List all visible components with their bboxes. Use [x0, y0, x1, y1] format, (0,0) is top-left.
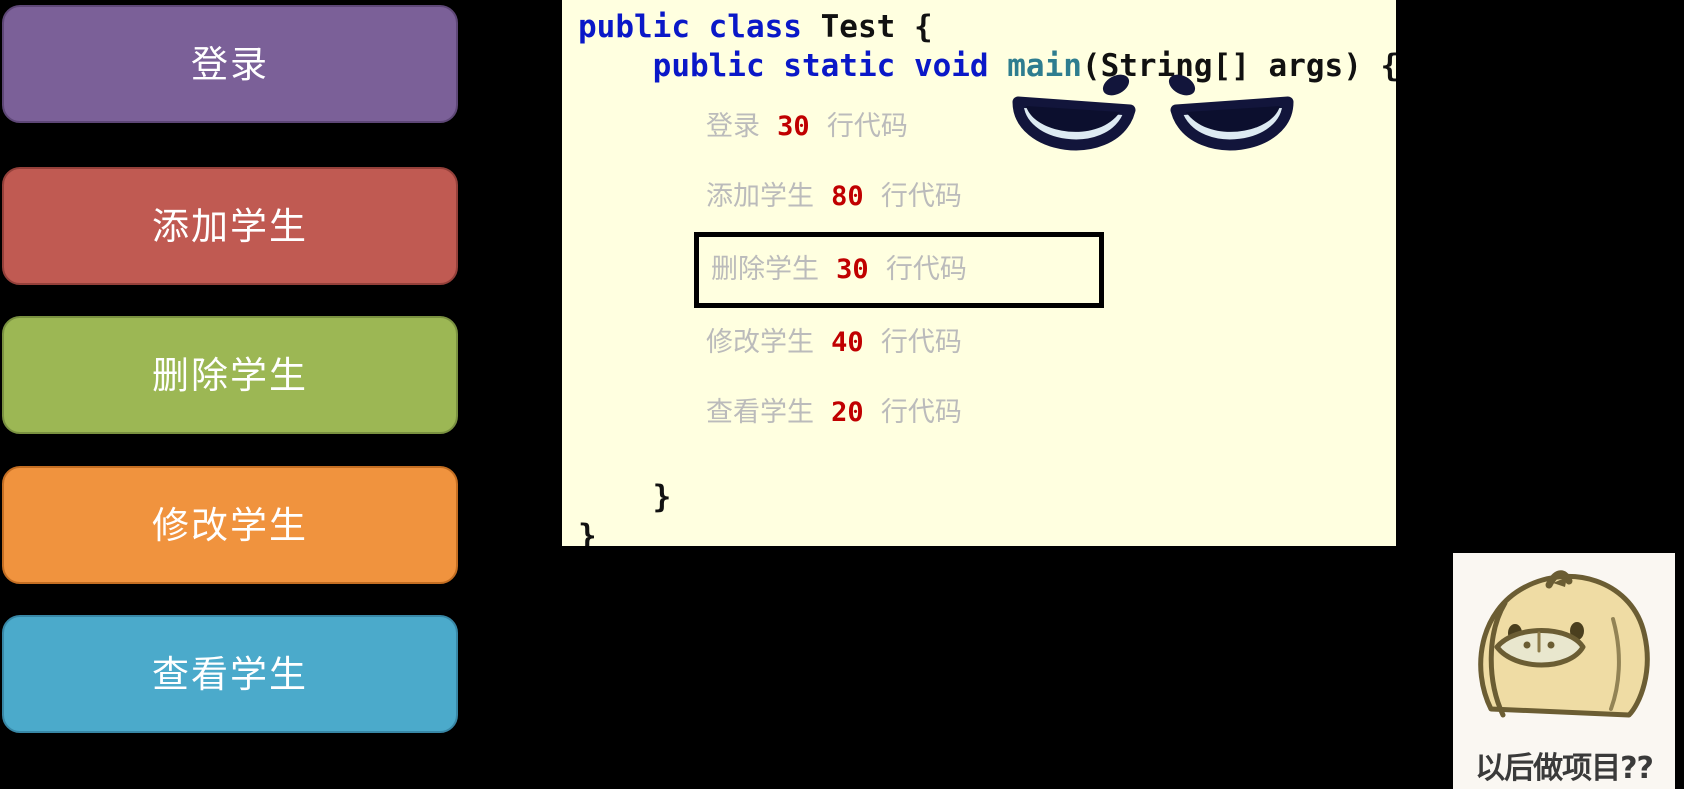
pseudo-line-feature: 查看学生 [706, 397, 832, 428]
pseudo-line-count: 40 [831, 327, 864, 358]
code-line: } [578, 478, 1396, 517]
sidebar-item-add-student[interactable]: 添加学生 [2, 167, 458, 285]
code-token: } [578, 518, 597, 546]
pseudo-line-unit: 行代码 [863, 181, 962, 212]
code-token: public class [578, 9, 821, 45]
pseudo-line-count: 80 [831, 181, 864, 212]
code-line: public class Test { [578, 8, 1396, 47]
pseudo-line-unit: 行代码 [863, 327, 962, 358]
pseudo-line: 查看学生 20 行代码 [578, 378, 1396, 448]
code-token: } [578, 479, 672, 515]
sidebar-item-delete-student[interactable]: 删除学生 [2, 316, 458, 434]
duck-meme-image: 以后做项目?? [1453, 553, 1675, 789]
duck-meme-caption: 以后做项目?? [1475, 751, 1654, 786]
pseudo-line-count: 30 [836, 254, 869, 285]
code-token: main [1007, 48, 1082, 84]
pseudo-line-count: 30 [777, 111, 810, 142]
sidebar-item-label: 删除学生 [152, 353, 308, 397]
sidebar-item-label: 查看学生 [152, 652, 308, 696]
pseudo-line-highlighted: 删除学生 30 行代码 [694, 232, 1104, 308]
sidebar-item-label: 修改学生 [152, 503, 308, 547]
pseudo-line-count: 20 [831, 397, 864, 428]
sidebar-nav: 登录 添加学生 删除学生 修改学生 查看学生 [0, 0, 470, 789]
code-panel: public class Test { public static void m… [562, 0, 1396, 546]
pseudo-line-unit: 行代码 [809, 111, 908, 142]
code-header-lines: public class Test { public static void m… [578, 8, 1396, 86]
code-token: public static void [578, 48, 1008, 84]
sidebar-item-login[interactable]: 登录 [2, 5, 458, 123]
code-token: Test { [820, 9, 933, 45]
code-token: (String[] args) { [1081, 48, 1396, 84]
sidebar-item-label: 添加学生 [152, 204, 308, 248]
pseudo-line-unit: 行代码 [863, 397, 962, 428]
sidebar-item-label: 登录 [191, 42, 269, 86]
pseudo-code-block: 登录 30 行代码 添加学生 80 行代码 删除学生 30 行代码 修改学生 40 行… [578, 92, 1396, 448]
code-spacer [578, 448, 1396, 478]
code-line: } [578, 517, 1396, 546]
duck-icon [1478, 570, 1650, 718]
pseudo-line: 修改学生 40 行代码 [578, 308, 1396, 378]
code-closing-lines: }} [578, 478, 1396, 546]
pseudo-line-feature: 登录 [706, 111, 778, 142]
pseudo-line-feature: 添加学生 [706, 181, 832, 212]
pseudo-line-feature: 修改学生 [706, 327, 832, 358]
sidebar-item-modify-student[interactable]: 修改学生 [2, 466, 458, 584]
code-line: public static void main(String[] args) { [578, 47, 1396, 86]
pseudo-line: 添加学生 80 行代码 [578, 162, 1396, 232]
pseudo-line: 登录 30 行代码 [578, 92, 1396, 162]
pseudo-line-unit: 行代码 [868, 254, 967, 285]
pseudo-line-feature: 删除学生 [711, 254, 837, 285]
sidebar-item-view-student[interactable]: 查看学生 [2, 615, 458, 733]
